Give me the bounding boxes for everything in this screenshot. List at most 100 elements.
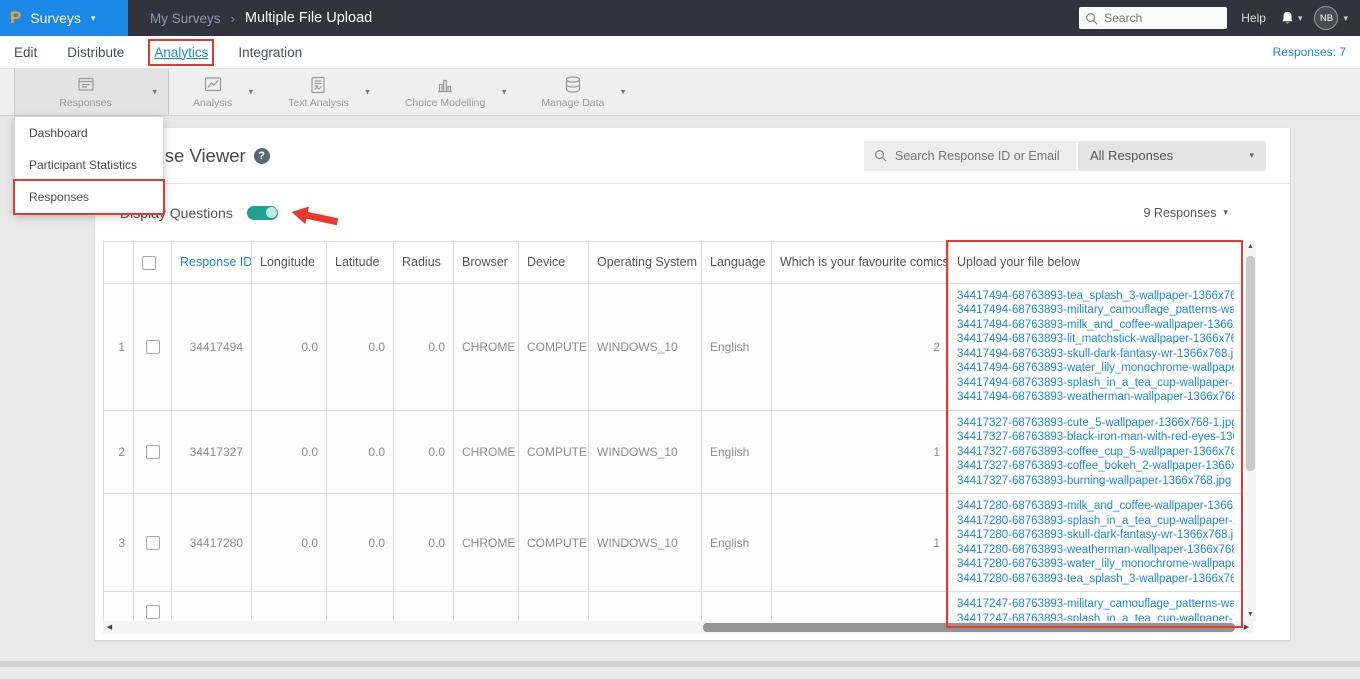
cell-language: English — [701, 282, 772, 411]
cell-radius — [393, 591, 454, 621]
help-icon[interactable]: ? — [253, 147, 270, 164]
row-checkbox[interactable] — [145, 445, 160, 460]
cell-latitude: 0.0 — [326, 409, 394, 495]
file-link[interactable]: 34417327-68763893-burning-wallpaper-1366… — [957, 474, 1234, 489]
toolbar-item-choice-modelling[interactable]: Choice Modelling ▾ — [385, 69, 518, 115]
tab-edit[interactable]: Edit — [14, 45, 37, 60]
chevron-down-icon: ▾ — [1223, 207, 1228, 217]
toolbar-item-text-analysis[interactable]: Text Analysis ▾ — [268, 69, 381, 115]
file-link[interactable]: 34417494-68763893-weatherman-wallpaper-1… — [957, 390, 1234, 405]
scroll-left-arrow-icon[interactable]: ◀ — [103, 621, 116, 634]
chevron-down-icon[interactable]: ▾ — [1298, 13, 1303, 24]
response-search[interactable] — [864, 140, 1076, 171]
cell-device — [518, 591, 589, 621]
file-link[interactable]: 34417494-68763893-lit_matchstick-wallpap… — [957, 332, 1234, 347]
cell-language — [701, 591, 772, 621]
chevron-down-icon[interactable]: ▾ — [249, 87, 254, 98]
cell-radius: 0.0 — [393, 493, 454, 593]
vertical-scrollbar[interactable]: ▲ ▼ — [1245, 241, 1256, 621]
toolbar-item-responses[interactable]: Responses ▾ — [14, 69, 169, 115]
horizontal-scrollbar-thumb[interactable] — [703, 623, 1235, 632]
file-link[interactable]: 34417280-68763893-splash_in_a_tea_cup-wa… — [957, 514, 1234, 529]
cell-check — [133, 409, 172, 495]
avatar[interactable]: NB — [1314, 6, 1339, 30]
toolbar-item-analysis[interactable]: Analysis ▾ — [173, 69, 264, 115]
cell-response-id: 34417327 — [171, 409, 252, 495]
tab-distribute[interactable]: Distribute — [67, 45, 124, 60]
select-all-checkbox[interactable] — [142, 255, 156, 270]
response-search-input[interactable] — [893, 147, 1061, 164]
file-link[interactable]: 34417494-68763893-military_camouflage_pa… — [957, 303, 1234, 318]
horizontal-scrollbar[interactable]: ◀ ▶ — [103, 621, 1253, 634]
cell-longitude: 0.0 — [251, 493, 327, 593]
cell-browser: CHROME — [453, 493, 519, 593]
col-header-num — [103, 241, 134, 284]
chevron-down-icon[interactable]: ▾ — [502, 87, 507, 98]
chevron-down-icon[interactable]: ▾ — [91, 13, 96, 24]
file-link[interactable]: 34417280-68763893-skull-dark-fantasy-wr-… — [957, 528, 1234, 543]
responses-table-zone: Response ID▲LongitudeLatitudeRadiusBrows… — [103, 241, 1282, 621]
breadcrumb[interactable]: My Surveys — [150, 11, 221, 26]
chevron-down-icon[interactable]: ▾ — [621, 87, 626, 98]
file-link[interactable]: 34417494-68763893-milk_and_coffee-wallpa… — [957, 318, 1234, 333]
file-link[interactable]: 34417280-68763893-weatherman-wallpaper-1… — [957, 543, 1234, 558]
file-link[interactable]: 34417327-68763893-coffee_cup_5-wallpaper… — [957, 445, 1234, 460]
file-link[interactable]: 34417280-68763893-milk_and_coffee-wallpa… — [957, 499, 1234, 514]
file-link[interactable]: 34417494-68763893-tea_splash_3-wallpaper… — [957, 289, 1234, 304]
file-link[interactable]: 34417247-68763893-military_camouflage_pa… — [957, 597, 1234, 612]
cell-comics: 2 — [771, 282, 949, 411]
file-link[interactable]: 34417494-68763893-splash_in_a_tea_cup-wa… — [957, 376, 1234, 391]
response-filter-dropdown[interactable]: All Responses ▾ — [1078, 140, 1266, 171]
scroll-up-arrow-icon[interactable]: ▲ — [1245, 241, 1256, 253]
cell-num: 3 — [103, 493, 134, 593]
vertical-scrollbar-thumb[interactable] — [1246, 256, 1255, 471]
tab-integration[interactable]: Integration — [238, 45, 302, 60]
notifications-button[interactable]: ▾ — [1280, 10, 1303, 26]
file-link[interactable]: 34417247-68763893-splash_in_a_tea_cup-wa… — [957, 612, 1234, 621]
cell-response-id: 34417494 — [171, 282, 252, 411]
col-header-radius: Radius — [393, 241, 454, 284]
toolbar-item-manage-data[interactable]: Manage Data ▾ — [521, 69, 636, 115]
file-link[interactable]: 34417327-68763893-coffee_bokeh_2-wallpap… — [957, 459, 1234, 474]
chevron-down-icon[interactable]: ▾ — [365, 87, 370, 98]
toolbar-item-label: Choice Modelling — [404, 97, 486, 109]
chevron-down-icon: ▾ — [1249, 150, 1254, 160]
menu-item-dashboard[interactable]: Dashboard — [15, 117, 163, 149]
row-checkbox[interactable] — [145, 340, 160, 355]
response-viewer-card: Response Viewer ? All Responses ▾ Displa… — [95, 128, 1290, 640]
col-header-label: Response ID — [180, 255, 252, 270]
cell-comics: 1 — [771, 409, 949, 495]
file-link[interactable]: 34417327-68763893-cute_5-wallpaper-1366x… — [957, 416, 1234, 431]
responses-count-dropdown[interactable]: 9 Responses ▾ — [1144, 206, 1267, 220]
surveys-product-menu[interactable]: P Surveys ▾ — [0, 0, 128, 36]
global-search-input[interactable] — [1102, 10, 1221, 26]
scroll-down-arrow-icon[interactable]: ▼ — [1245, 609, 1256, 621]
cell-browser: CHROME — [453, 282, 519, 411]
col-header-label: Latitude — [335, 255, 380, 270]
file-link[interactable]: 34417494-68763893-water_lily_monochrome-… — [957, 361, 1234, 376]
file-link[interactable]: 34417494-68763893-skull-dark-fantasy-wr-… — [957, 347, 1234, 362]
global-search[interactable] — [1079, 7, 1228, 29]
file-link[interactable]: 34417280-68763893-water_lily_monochrome-… — [957, 557, 1234, 572]
col-header-label: Radius — [402, 255, 441, 270]
scroll-right-arrow-icon[interactable]: ▶ — [1240, 621, 1253, 634]
content-area: Response Viewer ? All Responses ▾ Displa… — [0, 128, 1360, 679]
breadcrumb-separator: › — [230, 10, 235, 26]
table-row: 2344173270.00.00.0CHROMECOMPUTERWINDOWS_… — [103, 409, 1243, 495]
nav-tabs: Edit Distribute Analytics Integration Respon… — [0, 36, 1360, 69]
search-icon — [874, 149, 887, 162]
responses-icon — [76, 75, 96, 95]
help-link[interactable]: Help — [1241, 11, 1266, 25]
menu-item-responses[interactable]: Responses — [13, 179, 165, 215]
chevron-down-icon[interactable]: ▾ — [152, 87, 157, 98]
row-checkbox[interactable] — [145, 605, 160, 620]
chevron-down-icon[interactable]: ▾ — [1343, 13, 1348, 24]
display-questions-toggle[interactable] — [246, 205, 278, 220]
toolbar-item-label: Responses — [59, 97, 112, 109]
row-checkbox[interactable] — [145, 536, 160, 551]
file-link[interactable]: 34417280-68763893-tea_splash_3-wallpaper… — [957, 572, 1234, 587]
tab-analytics[interactable]: Analytics — [148, 38, 215, 66]
file-link[interactable]: 34417327-68763893-black-iron-man-with-re… — [957, 430, 1234, 445]
cell-num — [103, 591, 134, 621]
menu-item-participant-statistics[interactable]: Participant Statistics — [15, 149, 163, 181]
